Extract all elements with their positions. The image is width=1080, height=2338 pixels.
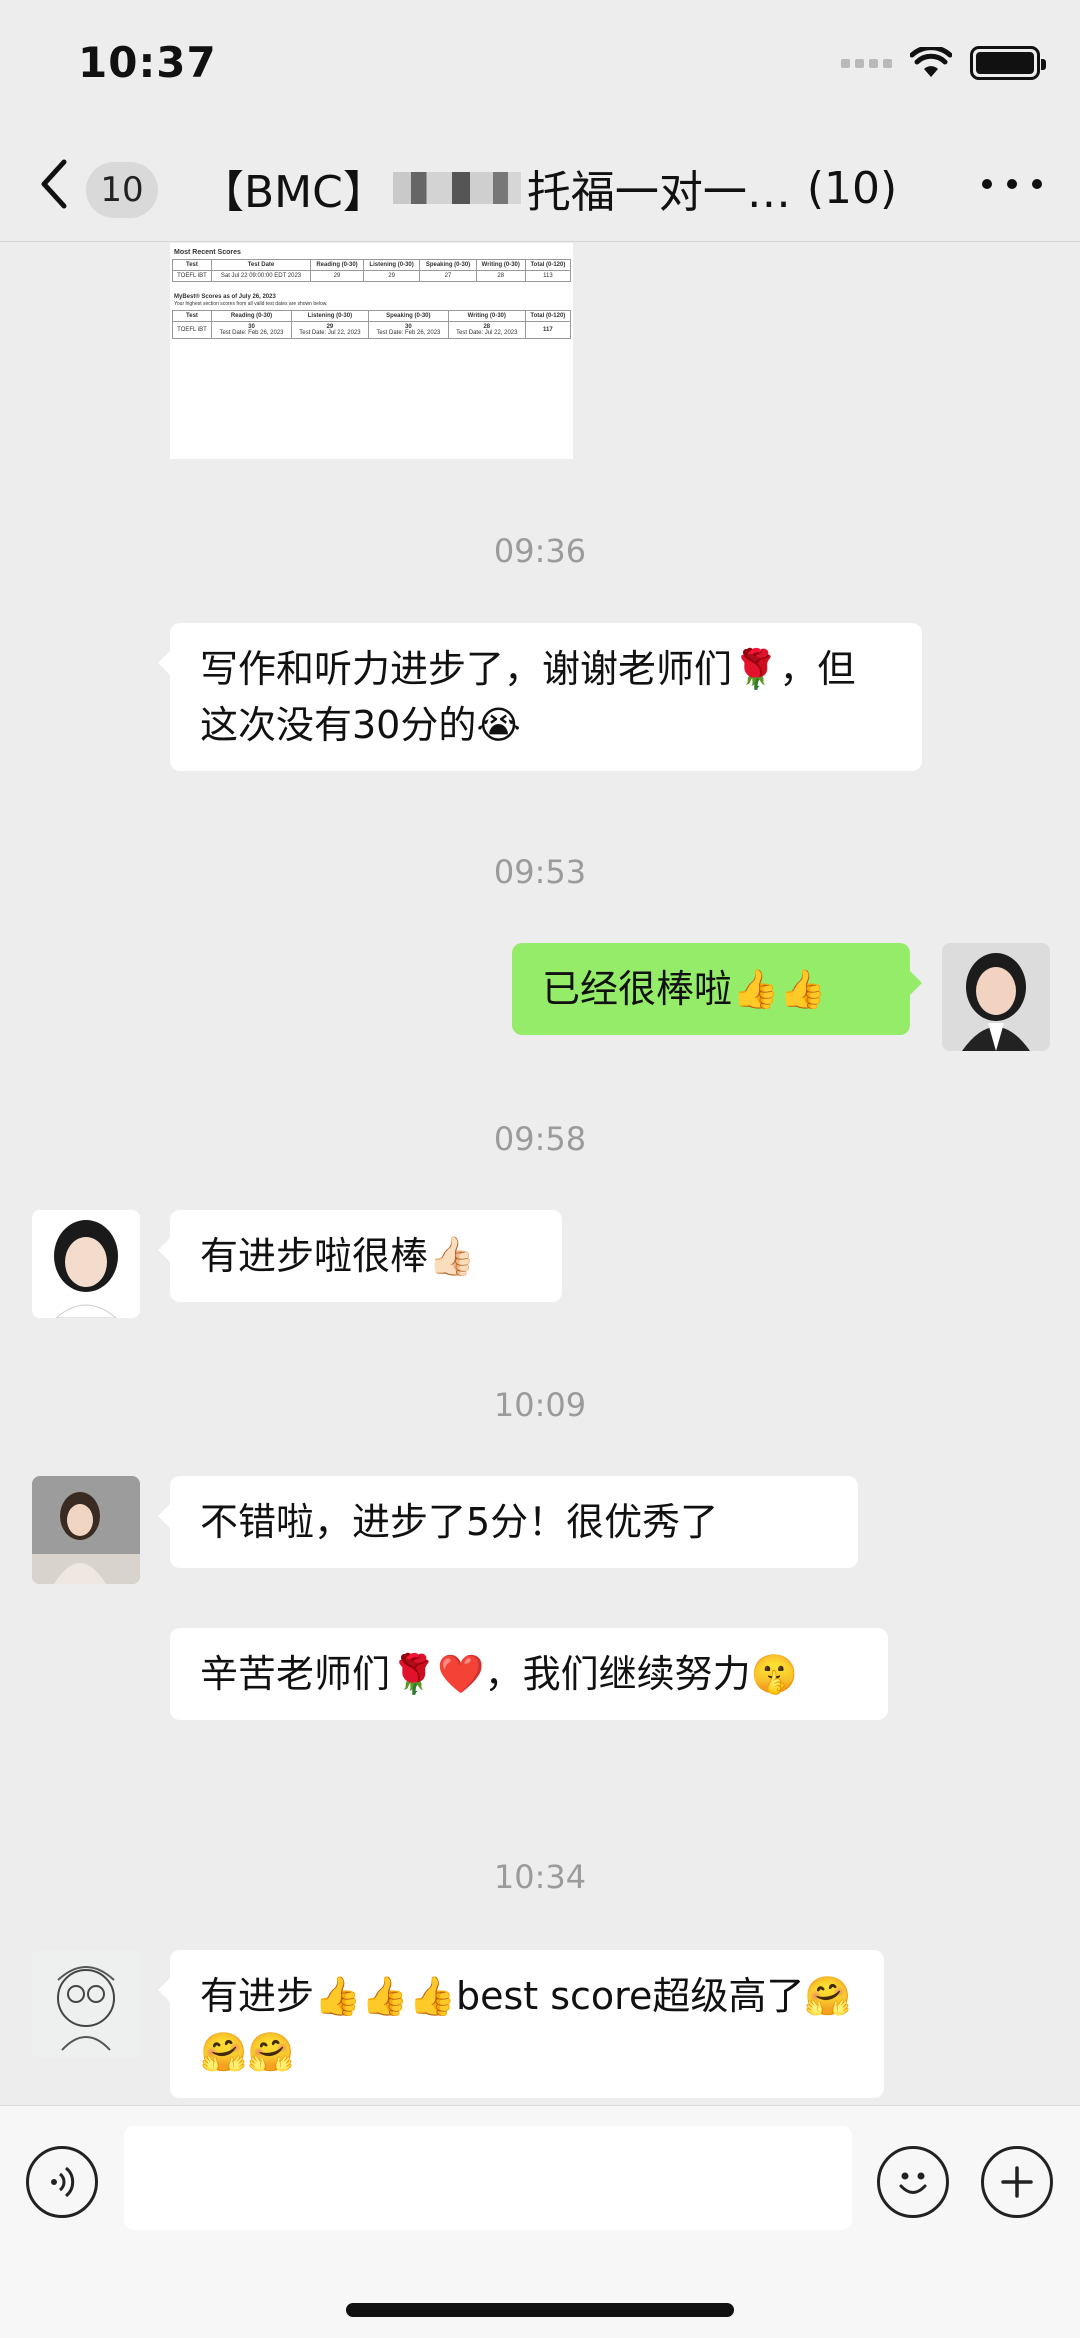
voice-icon[interactable] [26, 2146, 98, 2218]
table-cell: 29 Test Date: Jul 22, 2023 [291, 321, 369, 339]
more-dots-icon[interactable] [982, 164, 1042, 204]
table-header: Listening (0-30) [362, 259, 421, 271]
message-bubble[interactable]: 写作和听力进步了，谢谢老师们🌹，但这次没有30分的😭 [158, 623, 922, 771]
table-cell: 29 [362, 270, 421, 282]
table-header: Total (0-120) [524, 310, 572, 322]
table-cell: 113 [524, 270, 572, 282]
table-cell: TOEFL iBT [172, 270, 212, 282]
unread-count-badge[interactable]: 10 [86, 162, 158, 218]
emoji-icon[interactable] [877, 2146, 949, 2218]
avatar-sketch-icon [32, 1950, 140, 2058]
timestamp: 09:53 [493, 853, 587, 891]
avatar-photo-icon [32, 1476, 140, 1584]
member-count: (10) [806, 162, 898, 214]
wifi-icon [910, 47, 952, 77]
table-header: Reading (0-30) [310, 259, 364, 271]
avatar-photo-icon [942, 943, 1050, 1051]
mybest-title: MyBest® Scores as of July 26, 2023 [174, 294, 276, 300]
table-cell: 30 Test Date: Feb 26, 2023 [210, 321, 293, 339]
table-header: Total (0-120) [524, 259, 572, 271]
mybest-note: Your highest section scores from all val… [174, 301, 328, 307]
chat-title-prefix: 【BMC】 [200, 167, 387, 218]
table-header: Speaking (0-30) [367, 310, 449, 322]
table-header: Writing (0-30) [475, 259, 526, 271]
message-bubble-sent[interactable]: 已经很棒啦👍👍 [512, 943, 922, 1035]
message-bubble[interactable]: 辛苦老师们🌹❤️，我们继续努力🤫 [170, 1628, 888, 1720]
table-cell: 29 [310, 270, 364, 282]
avatar-photo-icon [32, 1210, 140, 1318]
table-header: Test [172, 259, 212, 271]
score-report-image[interactable]: Most Recent Scores Test Test Date Readin… [170, 243, 573, 459]
table-cell: 27 [419, 270, 477, 282]
battery-icon [970, 46, 1046, 80]
table-cell: Sat Jul 22 09:00:00 EDT 2023 [210, 270, 312, 282]
table-header: Speaking (0-30) [419, 259, 477, 271]
home-indicator[interactable] [346, 2303, 734, 2317]
timestamp: 10:34 [493, 1858, 587, 1896]
avatar[interactable] [32, 1476, 140, 1584]
score-report-recent-title: Most Recent Scores [174, 249, 241, 256]
table-row: TOEFL iBT 30 Test Date: Feb 26, 2023 29 Te… [172, 321, 572, 339]
table-cell: 30 Test Date: Feb 26, 2023 [367, 321, 449, 339]
avatar[interactable] [32, 1950, 140, 2058]
table-cell: TOEFL iBT [172, 321, 212, 339]
timestamp: 09:36 [493, 532, 587, 570]
message-input[interactable] [124, 2126, 852, 2230]
test-date: Test Date: Jul 22, 2023 [299, 330, 361, 336]
message-bubble[interactable]: 有进步👍👍👍best score超级高了🤗🤗🤗 [158, 1950, 884, 2098]
status-icons [841, 46, 1046, 80]
table-header: Writing (0-30) [447, 310, 526, 322]
test-date: Test Date: Feb 26, 2023 [219, 330, 284, 336]
timestamp: 09:58 [493, 1120, 587, 1158]
table-header: Reading (0-30) [210, 310, 293, 322]
status-time: 10:37 [78, 38, 217, 87]
table-row: TOEFL iBT Sat Jul 22 09:00:00 EDT 2023 2… [172, 270, 572, 282]
mybest-scores-table: Test Reading (0-30) Listening (0-30) Spe… [172, 310, 572, 339]
status-bar: 10:37 [0, 0, 1080, 130]
table-header: Listening (0-30) [291, 310, 369, 322]
cellular-signal-icon [841, 58, 892, 68]
chat-header: 10 【BMC】 托福一对一… (10) [0, 130, 1080, 242]
chat-title-suffix: 托福一对一… [526, 167, 791, 218]
chevron-left-icon[interactable] [34, 154, 74, 214]
test-date: Test Date: Feb 26, 2023 [376, 330, 441, 336]
message-bubble[interactable]: 不错啦，进步了5分！很优秀了 [158, 1476, 858, 1568]
score-value: 117 [543, 327, 553, 333]
table-cell: 28 Test Date: Jul 22, 2023 [447, 321, 526, 339]
table-header: Test [172, 310, 212, 322]
avatar[interactable] [942, 943, 1050, 1051]
redacted-name-mosaic [392, 172, 521, 204]
recent-scores-table: Test Test Date Reading (0-30) Listening … [172, 259, 572, 282]
table-cell: 117 [524, 321, 572, 339]
chat-title[interactable]: 【BMC】 托福一对一… (10) [200, 156, 920, 220]
table-cell: 28 [475, 270, 526, 282]
table-header: Test Date [210, 259, 312, 271]
message-bubble[interactable]: 有进步啦很棒👍🏻 [158, 1210, 562, 1302]
timestamp: 10:09 [493, 1386, 587, 1424]
avatar[interactable] [32, 1210, 140, 1318]
plus-icon[interactable] [981, 2146, 1053, 2218]
test-date: Test Date: Jul 22, 2023 [456, 330, 518, 336]
chat-messages[interactable]: Most Recent Scores Test Test Date Readin… [0, 243, 1080, 2105]
